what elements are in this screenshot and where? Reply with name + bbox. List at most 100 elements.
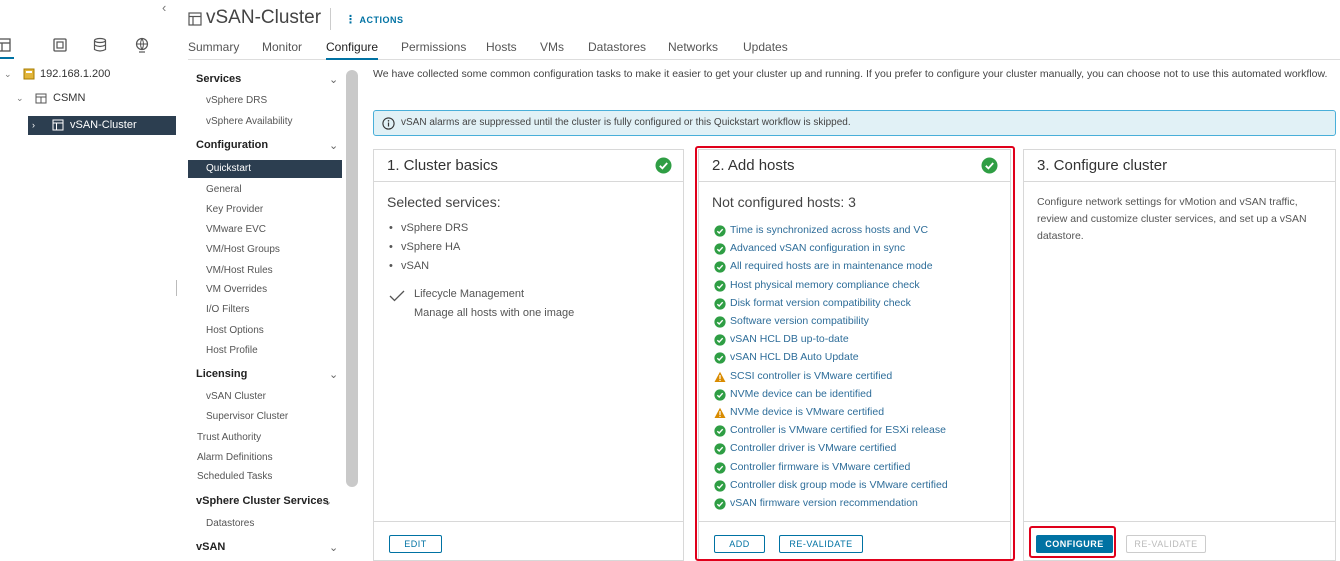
menu-section-licensing[interactable]: Licensing ⌄ xyxy=(196,368,338,381)
menu-section-vsphere-cluster-services[interactable]: vSphere Cluster Services ⌄ xyxy=(196,495,333,508)
vms-templates-view-icon[interactable] xyxy=(52,37,68,53)
alert-text: vSAN alarms are suppressed until the clu… xyxy=(401,117,851,128)
menu-item-io-filters[interactable]: I/O Filters xyxy=(206,304,249,315)
status-ok-icon xyxy=(714,425,726,437)
card-footer: ADD RE-VALIDATE xyxy=(699,521,1010,561)
card-header: 1. Cluster basics xyxy=(374,150,683,182)
pane-splitter[interactable] xyxy=(176,280,177,296)
chevron-down-icon: ⌄ xyxy=(329,369,339,381)
chevron-down-icon[interactable]: ⌄ xyxy=(4,65,12,83)
tab-configure[interactable]: Configure xyxy=(326,40,379,60)
menu-item-host-options[interactable]: Host Options xyxy=(206,325,264,336)
chevron-right-icon[interactable]: › xyxy=(32,116,35,135)
service-item: • vSphere DRS xyxy=(389,222,468,234)
tab-updates[interactable]: Updates xyxy=(743,40,788,60)
status-ok-icon xyxy=(714,298,726,310)
menu-item-vsan-cluster[interactable]: vSAN Cluster xyxy=(206,391,266,402)
status-ok-icon xyxy=(714,225,726,237)
storage-view-icon[interactable] xyxy=(92,37,108,53)
networking-view-icon[interactable] xyxy=(134,37,150,53)
tab-networks[interactable]: Networks xyxy=(668,40,718,60)
check-label: Time is synchronized across hosts and VC xyxy=(730,224,929,236)
status-ok-icon xyxy=(714,480,726,492)
status-ok-icon xyxy=(714,461,726,474)
tree-item-datacenter[interactable]: ⌄ CSMN xyxy=(0,89,176,107)
section-label: Services xyxy=(196,73,242,85)
card-title: 2. Add hosts xyxy=(712,157,795,174)
menu-item-scheduled-tasks[interactable]: Scheduled Tasks xyxy=(197,471,272,482)
chevron-down-icon: ⌄ xyxy=(329,140,339,152)
info-icon xyxy=(382,117,395,130)
card-header: 2. Add hosts xyxy=(699,150,1010,182)
menu-item-trust-authority[interactable]: Trust Authority xyxy=(197,432,261,443)
menu-item-vsphere-drs[interactable]: vSphere DRS xyxy=(206,95,267,106)
chevron-down-icon: ⌄ xyxy=(323,496,333,508)
configure-button[interactable]: CONFIGURE xyxy=(1036,535,1113,553)
menu-item-vm-host-groups[interactable]: VM/Host Groups xyxy=(206,244,280,255)
menu-item-vmware-evc[interactable]: VMware EVC xyxy=(206,224,266,235)
menu-item-datastores[interactable]: Datastores xyxy=(206,518,254,529)
cluster-icon xyxy=(188,12,202,26)
status-ok-icon xyxy=(714,352,726,364)
check-label: Host physical memory compliance check xyxy=(730,278,920,291)
menu-item-vsphere-availability[interactable]: vSphere Availability xyxy=(206,116,293,127)
side-menu-scrollbar[interactable] xyxy=(346,70,358,487)
status-ok-icon xyxy=(714,498,726,510)
object-tabs: Summary Monitor Configure Permissions Ho… xyxy=(188,40,1340,60)
service-item: • vSphere HA xyxy=(389,241,460,253)
tab-vms[interactable]: VMs xyxy=(540,40,564,60)
tab-monitor[interactable]: Monitor xyxy=(262,40,302,60)
add-button[interactable]: ADD xyxy=(714,535,765,553)
menu-item-vm-overrides[interactable]: VM Overrides xyxy=(206,284,267,295)
not-configured-hosts-count: Not configured hosts: 3 xyxy=(712,194,856,210)
chevron-down-icon: ⌄ xyxy=(329,542,339,554)
configure-description: Configure network settings for vMotion a… xyxy=(1037,196,1307,242)
section-label: vSAN xyxy=(196,541,226,553)
menu-item-key-provider[interactable]: Key Provider xyxy=(206,204,263,215)
actions-menu-button[interactable]: ⋮ ACTIONS xyxy=(345,13,404,26)
menu-section-configuration[interactable]: Configuration ⌄ xyxy=(196,139,338,152)
tree-item-vcenter[interactable]: ⌄ 192.168.1.200 xyxy=(0,65,176,83)
tab-hosts[interactable]: Hosts xyxy=(486,40,517,60)
menu-section-services[interactable]: Services ⌄ xyxy=(196,73,338,86)
section-label: Configuration xyxy=(196,139,269,151)
menu-section-vsan[interactable]: vSAN ⌄ xyxy=(196,541,338,554)
check-label: Advanced vSAN configuration in sync xyxy=(730,242,906,255)
check-label: NVMe device is VMware certified xyxy=(730,406,885,418)
menu-item-vm-host-rules[interactable]: VM/Host Rules xyxy=(206,265,273,276)
chevron-down-icon[interactable]: ⌄ xyxy=(16,89,24,107)
edit-button[interactable]: EDIT xyxy=(389,535,442,553)
menu-item-quickstart[interactable]: Quickstart xyxy=(188,160,342,178)
menu-item-alarm-definitions[interactable]: Alarm Definitions xyxy=(197,452,273,463)
check-label: Controller firmware is VMware certified xyxy=(730,460,911,473)
tab-summary[interactable]: Summary xyxy=(188,40,239,60)
menu-item-host-profile[interactable]: Host Profile xyxy=(206,345,258,356)
status-ok-icon xyxy=(714,261,726,273)
tree-item-cluster-selected[interactable]: › vSAN-Cluster xyxy=(28,116,176,135)
menu-item-supervisor-cluster[interactable]: Supervisor Cluster xyxy=(206,411,288,422)
status-ok-icon xyxy=(714,389,726,401)
status-ok-icon xyxy=(714,243,726,255)
revalidate-button[interactable]: RE-VALIDATE xyxy=(779,535,863,553)
lifecycle-description: Manage all hosts with one image xyxy=(414,307,575,319)
card-footer: CONFIGURE RE-VALIDATE xyxy=(1024,521,1335,561)
hosts-clusters-view-icon[interactable] xyxy=(0,37,14,59)
actions-label: ACTIONS xyxy=(359,15,404,25)
card-title: 3. Configure cluster xyxy=(1037,157,1168,174)
status-ok-icon xyxy=(655,157,672,174)
tab-permissions[interactable]: Permissions xyxy=(401,40,466,60)
check-label: All required hosts are in maintenance mo… xyxy=(730,260,933,273)
service-label: vSphere DRS xyxy=(401,222,469,234)
section-label: vSphere Cluster Services xyxy=(196,495,329,507)
bullet: • xyxy=(389,260,393,272)
quickstart-intro: We have collected some common configurat… xyxy=(373,68,1328,80)
collapse-pane-icon[interactable]: ‹ xyxy=(162,1,166,15)
status-ok-icon xyxy=(981,157,998,174)
service-item: • vSAN xyxy=(389,260,429,272)
inventory-pane: ‹ ⌄ 192.168.1.200 ⌄ CSMN › vSAN-Cluster xyxy=(0,0,176,561)
chevron-down-icon: ⌄ xyxy=(329,74,339,86)
cluster-icon xyxy=(52,119,64,131)
tab-datastores[interactable]: Datastores xyxy=(588,40,646,60)
service-label: vSAN xyxy=(401,260,430,272)
menu-item-general[interactable]: General xyxy=(206,184,242,195)
